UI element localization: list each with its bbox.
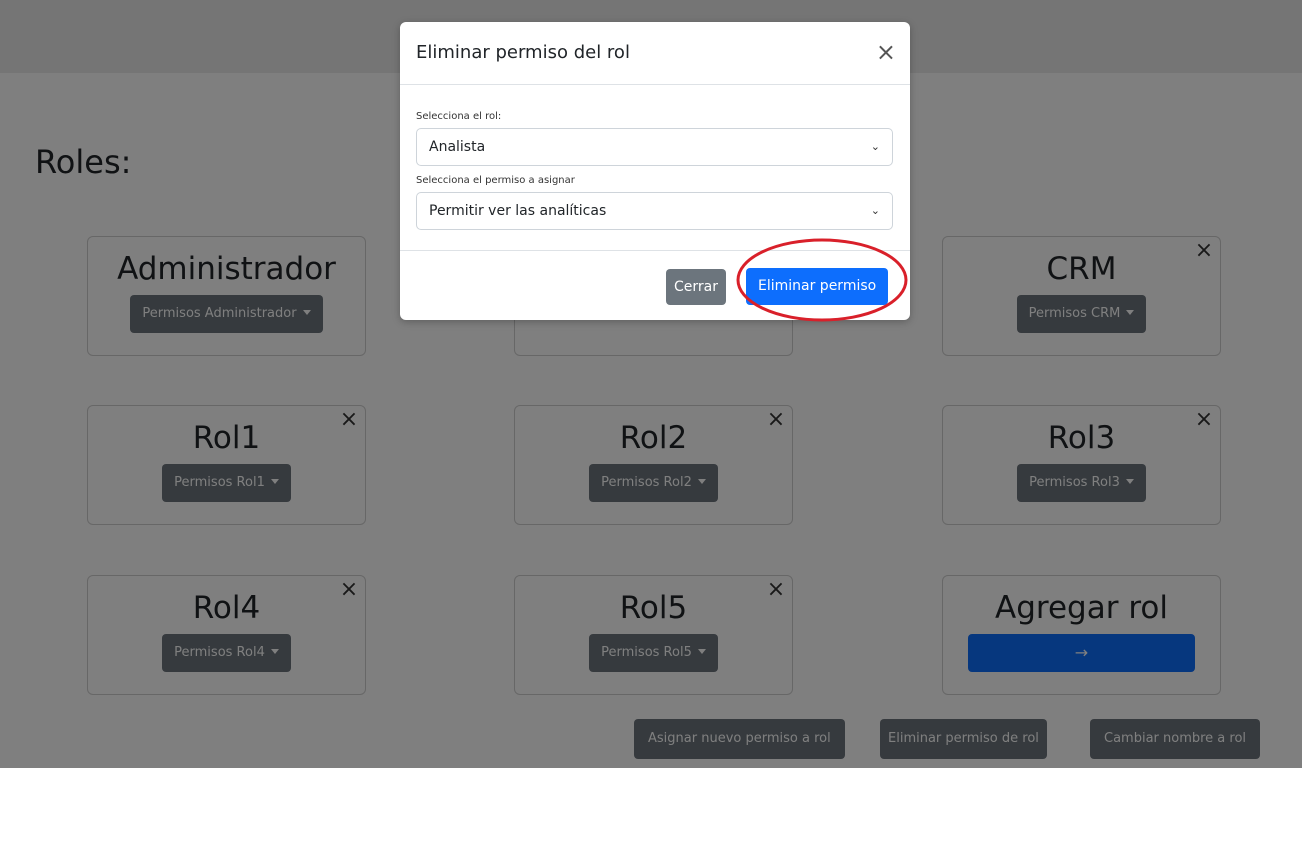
modal-title: Eliminar permiso del rol: [416, 42, 630, 63]
confirm-delete-permission-button[interactable]: Eliminar permiso: [746, 268, 889, 305]
modal-body: Selecciona el rol: Analista ⌄ Selecciona…: [400, 85, 910, 250]
cancel-button[interactable]: Cerrar: [666, 269, 726, 305]
permission-select-value: Permitir ver las analíticas: [429, 203, 607, 219]
modal-header: Eliminar permiso del rol ×: [400, 22, 910, 85]
close-icon[interactable]: ×: [876, 40, 896, 64]
remove-permission-modal: Eliminar permiso del rol × Selecciona el…: [400, 22, 910, 320]
role-select[interactable]: Analista ⌄: [416, 128, 893, 166]
role-select-label: Selecciona el rol:: [416, 111, 502, 122]
permission-select[interactable]: Permitir ver las analíticas ⌄: [416, 192, 893, 230]
chevron-down-icon: ⌄: [870, 140, 880, 153]
chevron-down-icon: ⌄: [870, 204, 880, 217]
role-select-value: Analista: [429, 139, 486, 155]
modal-footer: Cerrar Eliminar permiso: [400, 250, 910, 320]
permission-select-label: Selecciona el permiso a asignar: [416, 175, 575, 186]
